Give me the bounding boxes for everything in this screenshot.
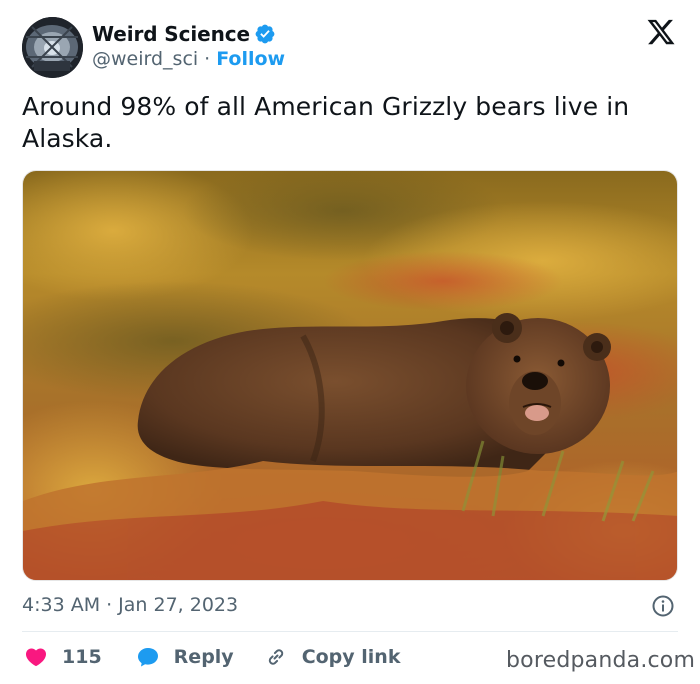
author-handle-row: @weird_sci · Follow [92,48,285,70]
tweet-date: Jan 27, 2023 [118,594,239,616]
avatar-image [22,17,83,78]
like-button[interactable]: 115 [24,645,102,669]
link-icon [268,649,283,665]
tweet-actions: 115 Reply Copy link [24,645,400,669]
reply-bubble-icon [137,648,158,667]
avatar[interactable] [22,17,83,78]
grizzly-bear-photo-icon [23,171,677,580]
heart-icon [25,648,47,667]
like-count: 115 [62,646,102,668]
reply-label: Reply [173,646,234,668]
author-name-row: Weird Science [92,22,276,46]
reply-button[interactable]: Reply [136,645,234,669]
info-icon[interactable] [651,594,675,618]
copy-link-button[interactable]: Copy link [264,645,401,669]
handle-separator: · [204,48,211,70]
tweet-timestamp[interactable]: 4:33 AM · Jan 27, 2023 [22,594,238,616]
copy-link-label: Copy link [301,646,401,668]
timestamp-separator: · [106,594,113,616]
follow-button[interactable]: Follow [216,48,285,70]
watermark: boredpanda.com [506,648,696,673]
author-display-name[interactable]: Weird Science [92,22,250,46]
verified-badge-icon [255,24,275,44]
author-handle[interactable]: @weird_sci [92,48,198,70]
tweet-card: Weird Science @weird_sci · Follow Around… [0,0,700,684]
divider [22,631,678,632]
tweet-photo[interactable] [22,170,678,581]
x-logo-icon[interactable] [646,17,676,47]
tweet-time: 4:33 AM [22,594,101,616]
tweet-text: Around 98% of all American Grizzly bears… [22,92,630,153]
